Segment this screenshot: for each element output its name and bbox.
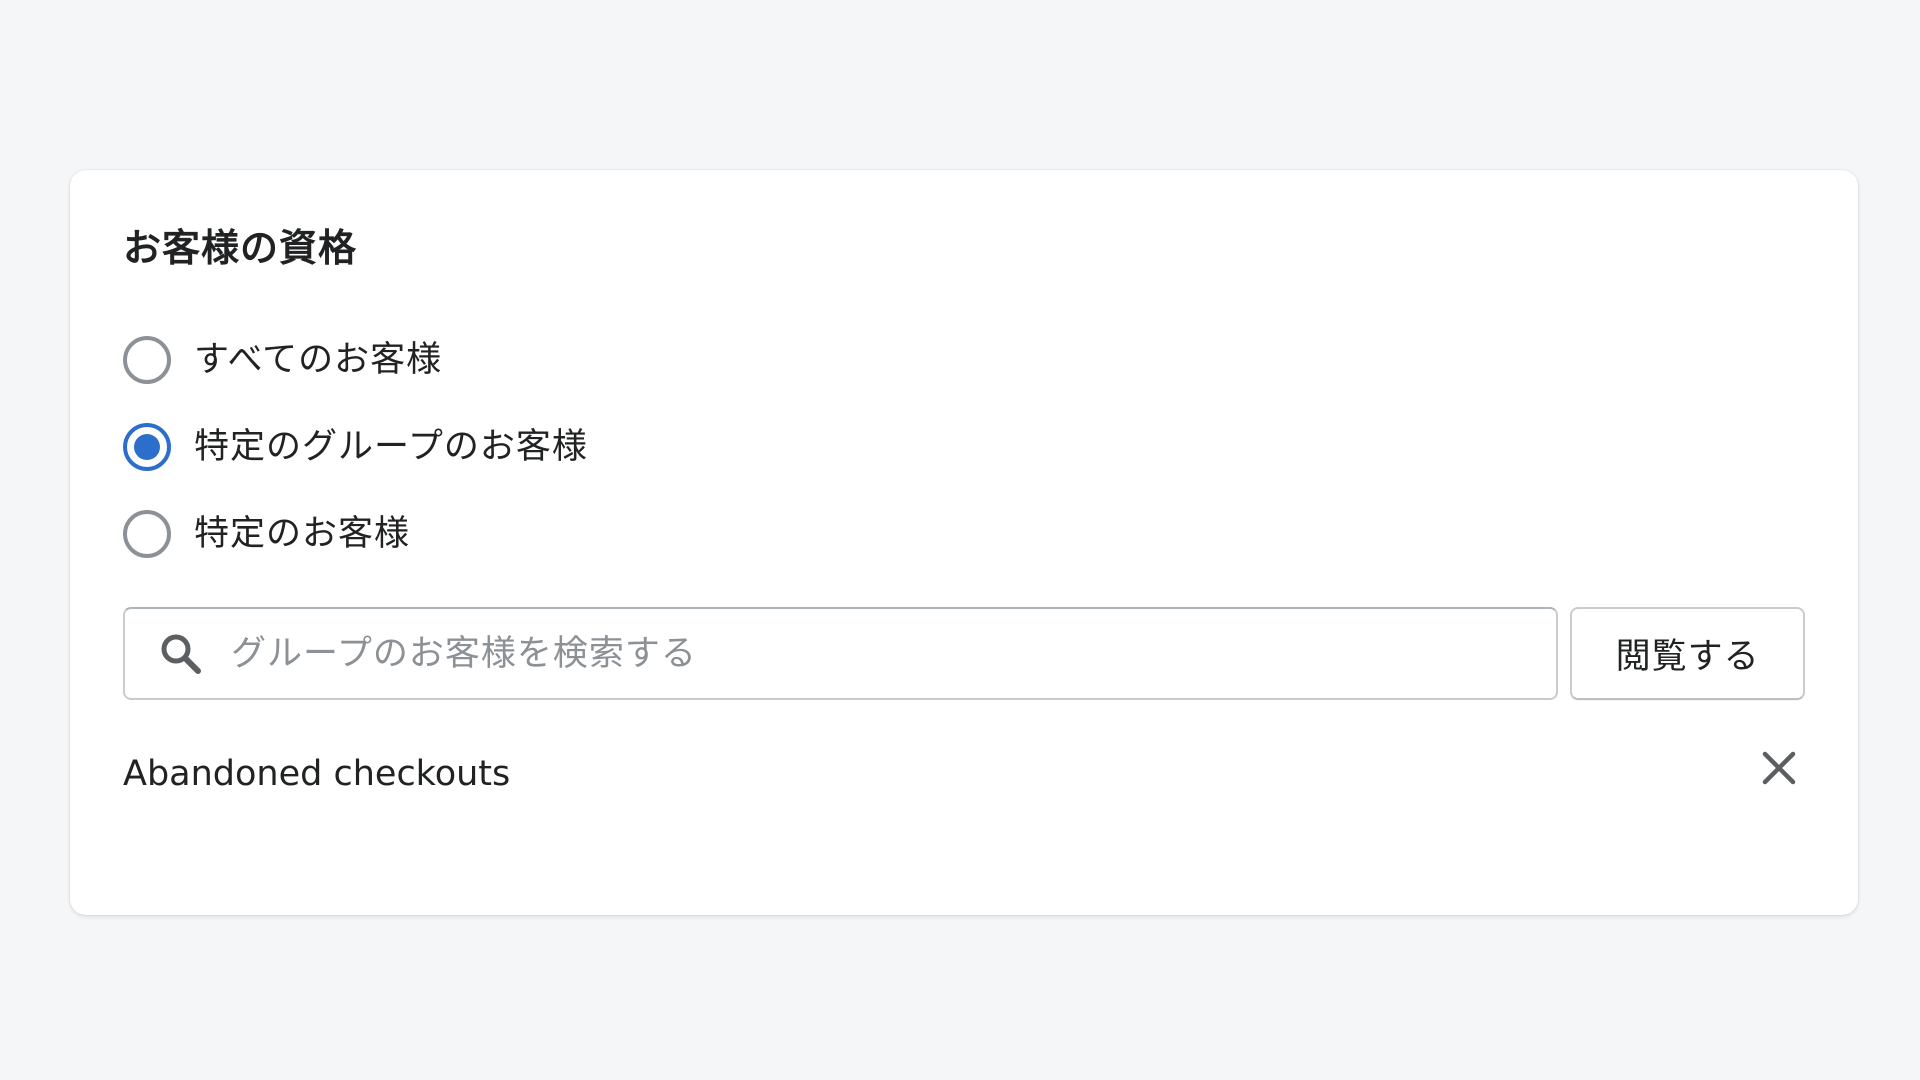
radio-button[interactable] <box>123 336 171 384</box>
group-search-row: 閲覧する <box>123 607 1805 700</box>
customer-eligibility-card: お客様の資格 すべてのお客様 特定のグループのお客様 特定のお客様 閲覧する A… <box>70 170 1858 915</box>
search-field[interactable] <box>123 607 1559 700</box>
radio-option-specific-groups[interactable]: 特定のグループのお客様 <box>123 423 1805 471</box>
selected-group-row: Abandoned checkouts <box>123 744 1805 804</box>
radio-button-selected[interactable] <box>123 423 171 471</box>
search-icon <box>161 634 201 674</box>
browse-button[interactable]: 閲覧する <box>1570 607 1805 700</box>
radio-option-all-customers[interactable]: すべてのお客様 <box>123 336 1805 384</box>
radio-label: 特定のお客様 <box>194 514 411 554</box>
radio-button[interactable] <box>123 510 171 558</box>
radio-label: 特定のグループのお客様 <box>194 427 588 467</box>
card-title: お客様の資格 <box>123 226 358 270</box>
remove-group-button[interactable] <box>1749 738 1809 798</box>
radio-label: すべてのお客様 <box>194 340 443 380</box>
search-input[interactable] <box>229 622 1557 685</box>
close-icon <box>1762 751 1796 785</box>
eligibility-radio-group: すべてのお客様 特定のグループのお客様 特定のお客様 <box>123 336 1805 558</box>
selected-group-label: Abandoned checkouts <box>123 754 511 794</box>
radio-option-specific-customers[interactable]: 特定のお客様 <box>123 510 1805 558</box>
